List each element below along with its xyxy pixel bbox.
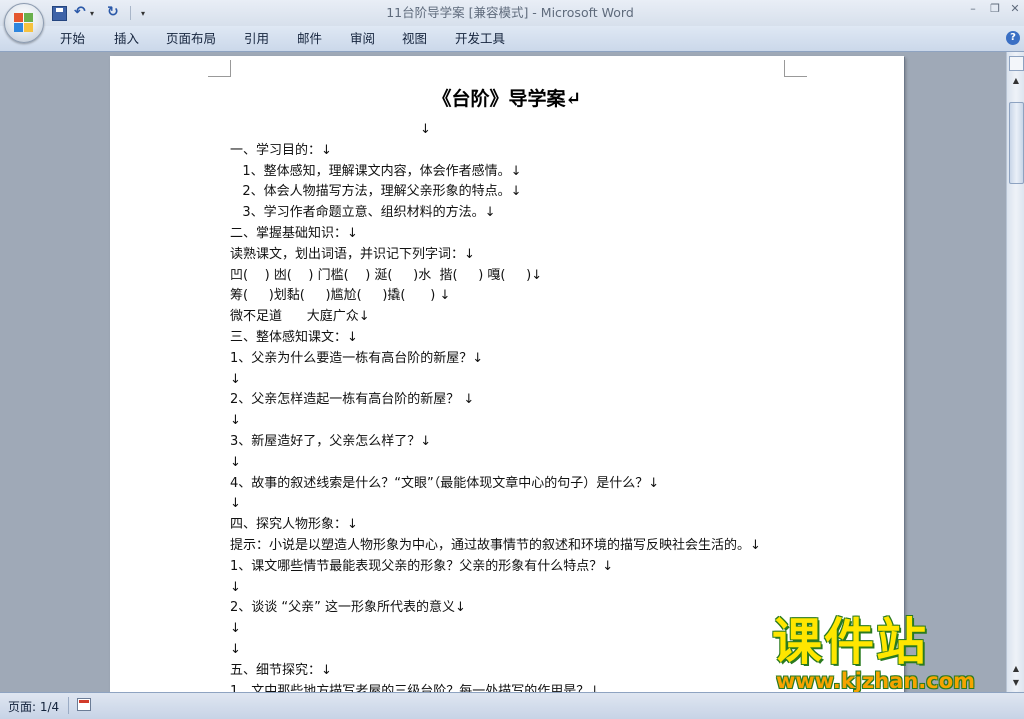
window-title: 11台阶导学案 [兼容模式] - Microsoft Word	[386, 5, 634, 20]
document-line: 筹( )划黏( )尴尬( )撬( ) ↓	[230, 288, 451, 304]
crop-mark-right	[784, 60, 807, 77]
document-line: 四、探究人物形象：↓	[230, 517, 358, 533]
tab-mailings[interactable]: 邮件	[297, 30, 322, 47]
spelling-check-icon[interactable]	[77, 698, 91, 711]
ruler-toggle-icon[interactable]	[1009, 56, 1024, 71]
tab-home[interactable]: 开始	[60, 30, 85, 47]
document-area: 《台阶》导学案↵ ↓ 一、学习目的：↓ 1、整体感知，理解课文内容，体会作者感情。…	[0, 52, 1006, 699]
document-line: ↓	[230, 579, 241, 595]
ribbon-tabs: 开始 插入 页面布局 引用 邮件 审阅 视图 开发工具 ?	[0, 26, 1024, 52]
document-line: 1、父亲为什么要造一栋有高台阶的新屋？↓	[230, 350, 484, 366]
maximize-button[interactable]: ❐	[988, 2, 1002, 16]
document-line: 凹( ) 凼( ) 门槛( ) 涎( )水 揩( ) 嘎( )↓	[230, 267, 543, 283]
tab-view[interactable]: 视图	[402, 30, 427, 47]
tab-insert[interactable]: 插入	[114, 30, 139, 47]
scroll-up-arrow-icon[interactable]: ▲	[1011, 76, 1021, 86]
office-button[interactable]	[4, 3, 44, 43]
save-icon[interactable]	[52, 4, 68, 21]
document-line: 3、新屋造好了，父亲怎么样了？↓	[230, 434, 432, 449]
document-line: 3、学习作者命题立意、组织材料的方法。↓	[230, 205, 496, 221]
document-line: ↓	[230, 413, 241, 429]
toolbar-separator	[130, 6, 131, 20]
office-logo-icon	[14, 13, 34, 33]
crop-mark-left	[208, 60, 231, 77]
document-line: ↓	[420, 122, 431, 137]
scroll-thumb[interactable]	[1009, 102, 1024, 184]
document-line: 1、整体感知，理解课文内容，体会作者感情。↓	[230, 163, 522, 179]
document-line: ↓	[230, 454, 241, 470]
status-separator	[68, 697, 69, 714]
help-icon[interactable]: ?	[1006, 31, 1020, 45]
document-line: 一、学习目的：↓	[230, 142, 332, 158]
watermark-logo: 课件站	[772, 613, 928, 671]
document-page[interactable]: 《台阶》导学案↵ ↓ 一、学习目的：↓ 1、整体感知，理解课文内容，体会作者感情。…	[110, 56, 904, 699]
undo-dropdown-icon[interactable]: ▾	[90, 5, 98, 22]
document-line: 2、谈谈 “父亲” 这一形象所代表的意义↓	[230, 600, 466, 616]
document-line: 微不足道 大庭广众↓	[230, 309, 370, 325]
document-line: 提示：小说是以塑造人物形象为中心，通过故事情节的叙述和环境的描写反映社会生活的。…	[230, 538, 761, 553]
tab-developer[interactable]: 开发工具	[455, 30, 505, 47]
title-bar: ↶ ▾ ↻ ▾ 11台阶导学案 [兼容模式] - Microsoft Word …	[0, 0, 1024, 26]
minimize-button[interactable]: –	[966, 2, 980, 16]
redo-icon[interactable]: ↻	[107, 4, 121, 21]
document-line: ↓	[230, 642, 241, 657]
document-line: ↓	[230, 621, 241, 637]
document-title: 《台阶》导学案↵	[432, 88, 582, 110]
undo-icon[interactable]: ↶	[74, 4, 88, 21]
document-line: 二、掌握基础知识：↓	[230, 226, 358, 241]
tab-references[interactable]: 引用	[244, 30, 269, 47]
document-line: 五、细节探究：↓	[230, 662, 332, 678]
customize-toolbar-icon[interactable]: ▾	[141, 5, 149, 22]
document-line: 4、故事的叙述线索是什么？“文眼”（最能体现文章中心的句子）是什么？↓	[230, 475, 660, 491]
status-bar: 页面: 1/4	[0, 692, 1024, 719]
document-line: ↓	[230, 496, 241, 512]
document-line: ↓	[230, 371, 241, 387]
document-line: 读熟课文，划出词语，并识记下列字词：↓	[230, 246, 475, 262]
watermark-url: www.kjzhan.com	[776, 669, 976, 693]
tab-page-layout[interactable]: 页面布局	[166, 30, 216, 47]
tab-review[interactable]: 审阅	[350, 30, 375, 47]
page-indicator[interactable]: 页面: 1/4	[8, 698, 59, 715]
document-line: 2、体会人物描写方法，理解父亲形象的特点。↓	[230, 184, 522, 200]
document-line: 三、整体感知课文：↓	[230, 330, 358, 345]
close-button[interactable]: ✕	[1008, 2, 1022, 16]
vertical-scrollbar[interactable]: ▲ ▲ ▼	[1006, 52, 1024, 692]
document-line: 1、课文哪些情节最能表现父亲的形象？父亲的形象有什么特点？↓	[230, 558, 614, 574]
document-line: 2、父亲怎样造起一栋有高台阶的新屋？ ↓	[230, 392, 475, 408]
